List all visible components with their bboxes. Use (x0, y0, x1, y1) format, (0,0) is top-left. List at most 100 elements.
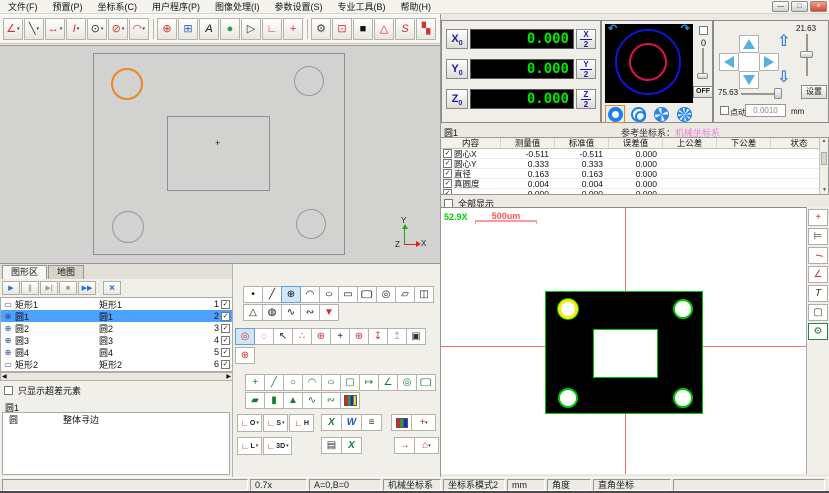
menu-preset[interactable]: 预置(P) (53, 0, 83, 13)
probe-config-button[interactable]: ⊡ (332, 18, 352, 40)
arc-tool-button[interactable]: ◠ (300, 286, 320, 303)
menu-parameter-settings[interactable]: 参数设置(S) (275, 0, 323, 13)
construct-cylinder-button[interactable]: ▮ (264, 392, 284, 409)
rotate-right-icon[interactable]: ↷ (681, 24, 690, 35)
stage-cross-button[interactable]: + (283, 18, 303, 40)
color-grid-button[interactable] (340, 392, 360, 409)
construct-circle-button[interactable]: ○ (283, 374, 303, 391)
center-cutout-rect[interactable] (593, 329, 658, 378)
target-circle-button[interactable]: ⊕ (349, 328, 369, 345)
construct-closed-curve-button[interactable]: ∾ (321, 392, 341, 409)
construct-rect-button[interactable]: ▢ (340, 374, 360, 391)
element-checkbox[interactable]: ✓ (221, 348, 230, 357)
filter-checkbox[interactable] (4, 386, 13, 395)
x-zero-button[interactable]: X0 (446, 29, 468, 49)
light-off-button[interactable]: OFF (693, 86, 713, 98)
x-half-button[interactable]: X2 (576, 29, 596, 49)
cs-3d-button[interactable]: ∟3D▾ (263, 437, 292, 455)
construct-distance-button[interactable]: ↦ (359, 374, 379, 391)
construct-cone-button[interactable]: ▲ (283, 392, 303, 409)
line-tool-button[interactable]: ╱ (262, 286, 282, 303)
construct-ring-button[interactable]: ◎ (397, 374, 417, 391)
ellipse-tool-button[interactable]: ○ (319, 286, 339, 303)
step-size-input[interactable]: 0.0010 (745, 104, 786, 117)
table-scrollbar[interactable]: ▲▼ (819, 138, 828, 194)
arc-tool-button[interactable]: ◠▾ (129, 18, 149, 40)
element-row-circle4[interactable]: ⊕圆4圆45✓ (1, 346, 232, 358)
text-tool-button[interactable]: T (808, 285, 828, 302)
dashed-circle-button[interactable]: ◌ (254, 328, 274, 345)
play-button[interactable]: ▶ (2, 281, 20, 295)
menu-file[interactable]: 文件(F) (8, 0, 38, 13)
circle-tool-button-selected[interactable]: ⊕ (281, 286, 301, 303)
z-zero-button[interactable]: Z0 (446, 89, 468, 109)
list-horizontal-scrollbar[interactable]: ◀ ▶ (0, 372, 233, 381)
export-report-button[interactable]: ≡ (361, 414, 382, 431)
crosshair-overlay-button[interactable]: +▾ (411, 414, 436, 431)
cross-cursor-button[interactable]: + (330, 328, 350, 345)
export-word-button[interactable]: W (341, 414, 362, 431)
colorbar-button[interactable] (391, 414, 412, 431)
image-capture-button[interactable]: ▣ (406, 328, 426, 345)
z-half-button[interactable]: Z2 (576, 89, 596, 109)
render-view-button[interactable]: ● (220, 18, 240, 40)
table-row-partial[interactable]: ✓0.0000.0000.000 (441, 189, 828, 195)
part-circle-bottom-left[interactable] (112, 211, 144, 243)
camera-view[interactable]: 52.9X 500um (441, 207, 806, 474)
black-display-button[interactable]: ■ (353, 18, 373, 40)
report-print-button[interactable]: ▤ (321, 437, 342, 454)
part-circle-bottom-right[interactable] (296, 209, 326, 239)
element-row-rect1[interactable]: ▭矩形1矩形11✓ (1, 298, 232, 310)
cylinder-tool-button[interactable]: ◫ (414, 286, 434, 303)
settings-button[interactable]: 设置 (801, 85, 827, 99)
program-s-button[interactable]: S (395, 18, 415, 40)
cs-origin-button[interactable]: ∟O▾ (237, 414, 262, 432)
scrollbar-thumb[interactable] (821, 152, 827, 165)
settings-gear-button[interactable]: ⚙ (311, 18, 331, 40)
light-segment-button[interactable] (674, 105, 694, 123)
part-circle-top-right[interactable] (294, 66, 324, 96)
ring-tool-button[interactable]: ◎ (376, 286, 396, 303)
scroll-down-icon[interactable]: ▼ (822, 187, 827, 193)
construct-line-button[interactable]: ╱ (264, 374, 284, 391)
light-slider-handle[interactable] (697, 73, 708, 79)
construct-slot-button[interactable]: ▢ (416, 374, 436, 391)
element-row-circle2[interactable]: ⊕圆2圆23✓ (1, 322, 232, 334)
circle-tool-button[interactable]: ⊙▾ (87, 18, 107, 40)
cs-h-button[interactable]: ∟H (289, 414, 314, 432)
auto-circle-button-selected[interactable]: ◎ (235, 328, 255, 345)
element-checkbox[interactable]: ✓ (221, 324, 230, 333)
closed-curve-tool-button[interactable]: ∾ (300, 304, 320, 321)
angle-tool-button[interactable]: ∠▾ (3, 18, 23, 40)
element-row-rect2[interactable]: ▭矩形2矩形26✓ (1, 358, 232, 370)
menu-image-processing[interactable]: 图像处理(I) (215, 0, 260, 13)
probe-pin-button[interactable]: ↧ (368, 328, 388, 345)
run-flag-button[interactable]: ▷ (241, 18, 261, 40)
hole-bottom-left[interactable] (558, 388, 578, 408)
tab-map[interactable]: 地图 (48, 265, 84, 279)
jog-right-button[interactable] (759, 53, 779, 71)
y-zero-button[interactable]: Y0 (446, 59, 468, 79)
export-excel-button[interactable]: X (321, 414, 342, 431)
z-down-arrow-button[interactable]: ⇩ (777, 67, 790, 87)
edit-tool-button[interactable]: × (103, 281, 121, 295)
pick-cursor-button[interactable]: ↖ (273, 328, 293, 345)
detail-row[interactable]: 圆 整体寻边 (3, 413, 229, 426)
element-row-circle3[interactable]: ⊕圆3圆34✓ (1, 334, 232, 346)
construct-arc-button[interactable]: ◠ (302, 374, 322, 391)
light-ring-full-button[interactable] (605, 105, 625, 123)
rotate-left-icon[interactable]: ↶ (608, 24, 617, 35)
element-checkbox[interactable]: ✓ (221, 312, 230, 321)
label-text-button[interactable]: A (199, 18, 219, 40)
element-row-circle1-selected[interactable]: ⊕圆1圆12✓ (1, 310, 232, 322)
element-checkbox[interactable]: ✓ (221, 300, 230, 309)
height-tool-button[interactable]: I▾ (66, 18, 86, 40)
jog-up-button[interactable] (739, 35, 759, 53)
edge-detect-button[interactable]: ⊨ (808, 228, 828, 245)
construct-ellipse-button[interactable]: ○ (321, 374, 341, 391)
lamp-button[interactable]: △ (374, 18, 394, 40)
cone-tool-button[interactable]: △ (243, 304, 263, 321)
split-view-button[interactable]: ▚ (416, 18, 436, 40)
diameter-tool-button[interactable]: ⊘▾ (108, 18, 128, 40)
rect-tool-button[interactable]: ▭ (338, 286, 358, 303)
